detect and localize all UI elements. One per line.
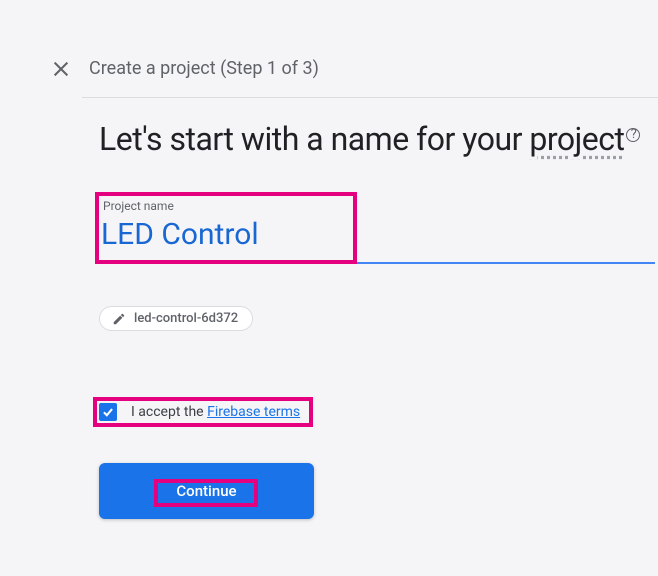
project-name-group: Project name: [99, 199, 657, 264]
continue-button[interactable]: Continue: [99, 463, 314, 519]
page-heading: Let's start with a name for your project…: [99, 118, 658, 161]
project-name-input[interactable]: [99, 213, 657, 262]
close-icon[interactable]: [53, 61, 69, 77]
heading-part1: Let's start with a name for your: [99, 120, 529, 158]
firebase-terms-link[interactable]: Firebase terms: [207, 404, 300, 420]
terms-row: I accept the Firebase terms: [99, 403, 658, 421]
terms-checkbox[interactable]: [99, 403, 117, 421]
header-title: Create a project (Step 1 of 3): [89, 58, 319, 79]
project-name-label: Project name: [99, 199, 657, 213]
project-id-chip[interactable]: led-control-6d372: [99, 306, 253, 331]
project-id-text: led-control-6d372: [134, 311, 238, 326]
help-icon[interactable]: ?: [626, 128, 640, 142]
terms-text: I accept the Firebase terms: [131, 404, 300, 420]
terms-prefix: I accept the: [131, 404, 207, 420]
input-underline: [97, 262, 655, 264]
pencil-icon: [112, 312, 126, 326]
heading-project-word: project: [529, 120, 624, 158]
